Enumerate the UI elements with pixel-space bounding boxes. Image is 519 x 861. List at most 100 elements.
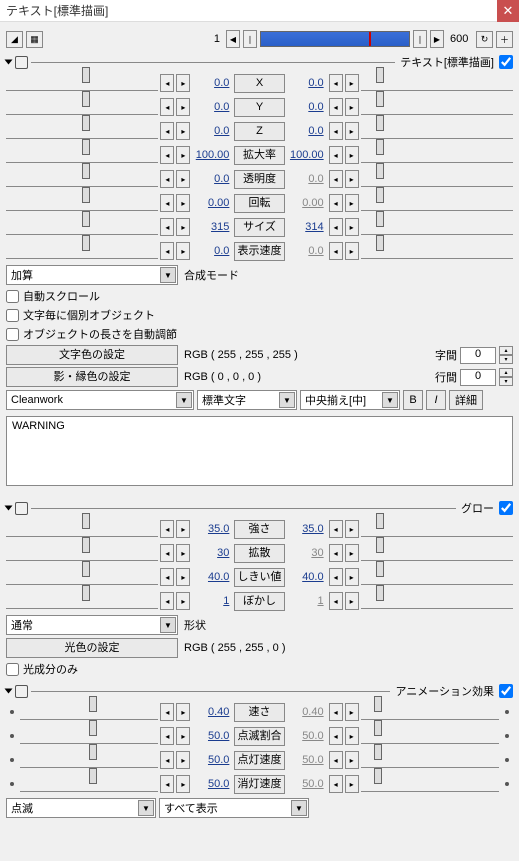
param-value-left[interactable]: 0.0 — [192, 125, 232, 137]
spin-left-button[interactable]: ◂ — [329, 218, 343, 236]
spin-right-button[interactable]: ▸ — [176, 568, 190, 586]
param-slider-left[interactable] — [6, 171, 158, 187]
refresh-icon[interactable]: ↻ — [476, 31, 493, 48]
param-label-button[interactable]: 点灯速度 — [234, 751, 284, 770]
spin-right-button[interactable]: ▸ — [176, 520, 190, 538]
spin-left-button[interactable]: ◂ — [329, 703, 343, 721]
param-slider-right[interactable] — [361, 75, 513, 91]
spin-right-button[interactable]: ▸ — [176, 775, 190, 793]
param-slider-right[interactable] — [361, 776, 499, 792]
param-slider-left[interactable] — [6, 243, 158, 259]
spin-left-button[interactable]: ◂ — [160, 751, 174, 769]
spin-left-button[interactable]: ◂ — [329, 568, 343, 586]
prev-frame-button[interactable]: ❘ — [243, 30, 257, 48]
param-label-button[interactable]: ぼかし — [234, 592, 284, 611]
param-slider-left[interactable] — [6, 75, 158, 91]
param-label-button[interactable]: 速さ — [234, 703, 284, 722]
param-slider-left[interactable] — [6, 99, 158, 115]
spin-left-button[interactable]: ◂ — [329, 592, 343, 610]
spin-right-button[interactable]: ▸ — [345, 568, 359, 586]
spin-left-button[interactable]: ◂ — [329, 146, 343, 164]
param-slider-left[interactable] — [6, 593, 158, 609]
drag-handle-icon[interactable] — [15, 502, 28, 515]
param-slider-left[interactable] — [6, 123, 158, 139]
italic-button[interactable]: I — [426, 390, 446, 410]
spin-left-button[interactable]: ◂ — [329, 775, 343, 793]
spin-right-button[interactable]: ▸ — [345, 751, 359, 769]
param-label-button[interactable]: 回転 — [234, 194, 284, 213]
next-frame-button[interactable]: ❘ — [413, 30, 427, 48]
param-value-left[interactable]: 50.0 — [192, 754, 232, 766]
prev-keyframe-button[interactable]: ◀ — [226, 30, 240, 48]
add-icon[interactable]: ＋ — [496, 31, 513, 48]
param-value-left[interactable]: 0.0 — [192, 77, 232, 89]
drag-handle-icon[interactable] — [15, 56, 28, 69]
spin-left-button[interactable]: ◂ — [160, 727, 174, 745]
param-value-left[interactable]: 40.0 — [192, 571, 232, 583]
spin-left-button[interactable]: ◂ — [160, 242, 174, 260]
auto-length-checkbox[interactable] — [6, 328, 19, 341]
spin-left-button[interactable]: ◂ — [329, 544, 343, 562]
align-select[interactable]: 中央揃え[中]▼ — [300, 390, 400, 410]
param-slider-left[interactable] — [6, 195, 158, 211]
param-value-right[interactable]: 314 — [287, 221, 327, 233]
param-slider-left[interactable] — [6, 521, 158, 537]
spin-left-button[interactable]: ◂ — [329, 520, 343, 538]
line-spacing-input[interactable]: 0 — [460, 369, 496, 386]
shadow-color-button[interactable]: 影・縁色の設定 — [6, 367, 178, 387]
param-label-button[interactable]: 消灯速度 — [234, 775, 284, 794]
spin-left-button[interactable]: ◂ — [329, 194, 343, 212]
param-value-right[interactable]: 0.0 — [287, 101, 327, 113]
spin-right-button[interactable]: ▸ — [345, 74, 359, 92]
param-label-button[interactable]: 点滅割合 — [234, 727, 284, 746]
param-slider-right[interactable] — [361, 704, 499, 720]
param-value-left[interactable]: 0.0 — [192, 245, 232, 257]
param-value-left[interactable]: 100.00 — [192, 149, 232, 161]
line-spacing-up[interactable]: ▴ — [499, 368, 513, 377]
spin-left-button[interactable]: ◂ — [160, 170, 174, 188]
char-spacing-input[interactable]: 0 — [460, 347, 496, 364]
spin-right-button[interactable]: ▸ — [345, 727, 359, 745]
close-button[interactable]: ✕ — [497, 0, 519, 22]
param-label-button[interactable]: しきい値 — [234, 568, 284, 587]
param-slider-left[interactable] — [6, 545, 158, 561]
glow-shape-select[interactable]: 通常▼ — [6, 615, 178, 635]
param-label-button[interactable]: サイズ — [234, 218, 284, 237]
spin-right-button[interactable]: ▸ — [345, 592, 359, 610]
spin-left-button[interactable]: ◂ — [329, 98, 343, 116]
param-value-left[interactable]: 1 — [192, 595, 232, 607]
anim-type-select[interactable]: 点滅▼ — [6, 798, 156, 818]
spin-right-button[interactable]: ▸ — [176, 703, 190, 721]
param-value-right[interactable]: 1 — [287, 595, 327, 607]
param-value-left[interactable]: 0.0 — [192, 173, 232, 185]
spin-right-button[interactable]: ▸ — [176, 98, 190, 116]
param-slider-right[interactable] — [361, 99, 513, 115]
spin-left-button[interactable]: ◂ — [160, 146, 174, 164]
spin-right-button[interactable]: ▸ — [176, 218, 190, 236]
param-value-right[interactable]: 0.0 — [287, 245, 327, 257]
param-slider-left[interactable] — [20, 728, 158, 744]
param-slider-right[interactable] — [361, 243, 513, 259]
param-value-right[interactable]: 0.0 — [287, 125, 327, 137]
frame-end[interactable]: 600 — [447, 33, 473, 45]
spin-right-button[interactable]: ▸ — [176, 592, 190, 610]
spin-right-button[interactable]: ▸ — [345, 98, 359, 116]
param-slider-right[interactable] — [361, 728, 499, 744]
param-value-right[interactable]: 100.00 — [287, 149, 327, 161]
light-only-checkbox[interactable] — [6, 663, 19, 676]
spin-right-button[interactable]: ▸ — [176, 544, 190, 562]
spin-left-button[interactable]: ◂ — [160, 703, 174, 721]
spin-left-button[interactable]: ◂ — [329, 727, 343, 745]
spin-right-button[interactable]: ▸ — [345, 122, 359, 140]
spin-right-button[interactable]: ▸ — [176, 751, 190, 769]
param-value-right[interactable]: 50.0 — [287, 754, 327, 766]
param-label-button[interactable]: X — [234, 74, 284, 93]
spin-left-button[interactable]: ◂ — [329, 751, 343, 769]
text-color-button[interactable]: 文字色の設定 — [6, 345, 178, 365]
param-value-left[interactable]: 50.0 — [192, 730, 232, 742]
spin-left-button[interactable]: ◂ — [160, 775, 174, 793]
param-slider-left[interactable] — [6, 147, 158, 163]
param-label-button[interactable]: 拡散 — [234, 544, 284, 563]
drag-handle-icon[interactable] — [15, 685, 28, 698]
char-spacing-down[interactable]: ▾ — [499, 355, 513, 364]
